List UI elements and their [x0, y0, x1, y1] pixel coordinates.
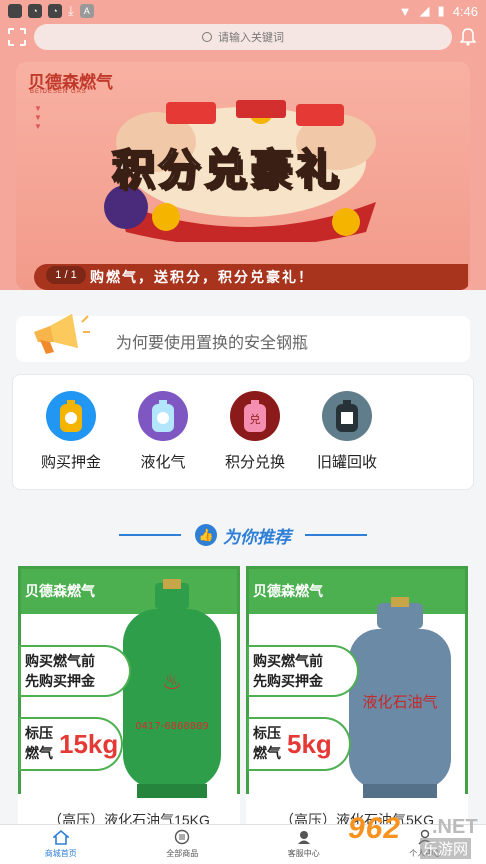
watermark-number: 962	[348, 812, 402, 845]
nav-label: 客服中心	[287, 849, 320, 858]
promo-line: 购买燃气前	[25, 653, 95, 669]
banner-page-counter: 1 / 1	[46, 266, 86, 284]
category-deposit[interactable]: 购买押金	[25, 391, 117, 489]
notice-bar[interactable]: 为何要使用置换的安全钢瓶	[16, 314, 470, 362]
nav-label: 全部商品	[166, 849, 199, 858]
thumbs-up-icon: 👍	[195, 524, 217, 546]
promo-line: 购买燃气前	[253, 653, 323, 669]
promo-line: 先购买押金	[253, 673, 323, 689]
category-lpg[interactable]: 液化气	[117, 391, 209, 489]
category-grid: 购买押金 液化气 兑 积分兑换 旧罐回收	[12, 374, 474, 490]
divider	[305, 534, 367, 536]
category-label: 积分兑换	[224, 454, 285, 471]
app-notification-icon: A	[79, 4, 94, 18]
notification-icons: ◔ ◔ ⤓ A	[8, 3, 94, 19]
status-bar: ◔ ◔ ⤓ A ▼ ◢ ▮ 4:46	[0, 0, 486, 22]
nav-all-products[interactable]: 全部商品	[122, 825, 244, 864]
scan-icon[interactable]	[8, 28, 26, 46]
promo-label: 购买燃气前 先购买押金	[21, 647, 129, 695]
product-image: 贝德森燃气 ♨ 0417-6868889 购买燃气前 先购买押金 标压燃气 15…	[18, 566, 240, 798]
recommend-header: 👍 为你推荐	[0, 520, 486, 550]
category-points-exchange[interactable]: 兑 积分兑换	[209, 391, 301, 489]
arrow-decoration-icon: ▼ ▼ ▼	[34, 104, 42, 131]
download-icon: ⤓	[68, 3, 74, 18]
svg-text:兑: 兑	[250, 412, 261, 426]
category-label: 旧罐回收	[316, 454, 377, 471]
product-brand: 贝德森燃气	[25, 583, 95, 599]
search-placeholder: 请输入关键词	[218, 32, 284, 44]
weight-text: 15kg	[59, 729, 119, 759]
grid-icon	[175, 829, 190, 845]
notice-text: 为何要使用置换的安全钢瓶	[116, 335, 309, 352]
svg-text:♨: ♨	[162, 670, 182, 695]
tank-text: 0417-6868889	[135, 721, 209, 732]
category-label: 购买押金	[40, 454, 101, 471]
lpg-icon	[138, 391, 188, 441]
banner-brand-en: BEIDESEN GAS	[30, 89, 87, 95]
points-exchange-icon: 兑	[230, 391, 280, 441]
product-brand: 贝德森燃气	[253, 583, 323, 599]
wifi-icon: ▼	[398, 3, 412, 19]
promo-line: 先购买押金	[25, 673, 95, 689]
gas-tank-image: ♨ 0417-6868889	[123, 579, 221, 798]
clock: 4:46	[452, 3, 478, 19]
weight-text: 5kg	[287, 729, 332, 759]
tank-text: 液化石油气	[362, 693, 437, 711]
product-image: 贝德森燃气 液化石油气 购买燃气前 先购买押金 标压燃气 5kg	[246, 566, 468, 798]
promo-banner[interactable]: 贝德森燃气 BEIDESEN GAS ▼ ▼ ▼ 积分兑豪礼 1 / 1 购燃气，送…	[16, 62, 470, 290]
divider	[119, 534, 181, 536]
search-row: 请输入关键词	[0, 24, 486, 52]
battery-icon: ▮	[437, 3, 445, 18]
category-label: 液化气	[140, 454, 186, 471]
pressure-text: 标压燃气	[253, 725, 281, 761]
category-recycle[interactable]: 旧罐回收	[301, 391, 393, 489]
app-notification-icon: ◔	[28, 4, 42, 18]
promo-label: 购买燃气前 先购买押金	[249, 647, 357, 695]
service-icon	[297, 831, 310, 844]
watermark-net: .NET	[432, 816, 478, 838]
product-card[interactable]: 贝德森燃气 ♨ 0417-6868889 购买燃气前 先购买押金 标压燃气 15…	[18, 566, 240, 826]
nav-label: 商城首页	[44, 849, 77, 858]
app-notification-icon	[8, 4, 22, 18]
banner-tagline: 购燃气，送积分，积分兑豪礼！	[90, 269, 314, 285]
nav-home[interactable]: 商城首页	[0, 825, 122, 864]
product-card[interactable]: 贝德森燃气 液化石油气 购买燃气前 先购买押金 标压燃气 5kg （高压）液化石…	[246, 566, 468, 826]
pressure-text: 标压燃气	[25, 725, 53, 761]
pressure-label: 标压燃气 15kg	[21, 719, 121, 769]
deposit-icon	[46, 391, 96, 441]
app-notification-icon: ◔	[48, 4, 62, 18]
nav-service[interactable]: 客服中心	[243, 825, 365, 864]
watermark: 962 .NET 乐游网	[348, 812, 484, 862]
megaphone-icon	[34, 314, 90, 354]
search-icon	[202, 32, 212, 42]
search-input[interactable]: 请输入关键词	[34, 24, 452, 50]
signal-icon: ◢	[419, 3, 430, 18]
pressure-label: 标压燃气 5kg	[249, 719, 349, 769]
recycle-icon	[322, 391, 372, 441]
recommend-title: 为你推荐	[223, 527, 291, 547]
gas-tank-image: 液化石油气	[349, 597, 451, 798]
banner-headline: 积分兑豪礼	[111, 145, 343, 194]
home-icon	[52, 829, 69, 845]
bell-icon[interactable]	[460, 28, 476, 46]
watermark-cn: 乐游网	[420, 838, 472, 859]
